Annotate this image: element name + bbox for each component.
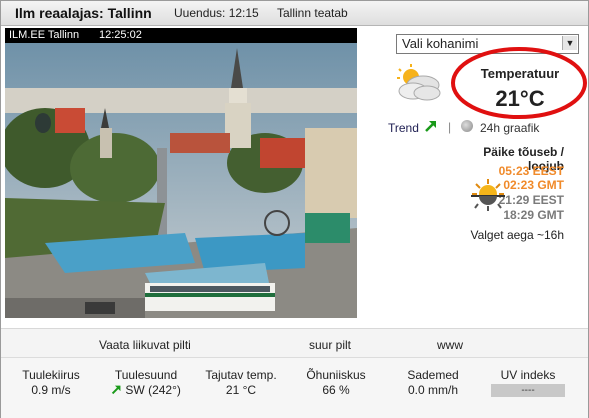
highlight-ellipse <box>451 47 587 119</box>
feels-like-temp: Tajutav temp. 21 °C <box>196 368 286 397</box>
www-link[interactable]: www <box>437 338 463 352</box>
weather-widget: Ilm reaalajas: Tallinn Uuendus: 12:15 Ta… <box>0 0 589 418</box>
trend-label: Trend <box>388 121 419 135</box>
stat-label: UV indeks <box>500 368 556 382</box>
webcam-time: 12:25:02 <box>99 29 142 41</box>
stat-label: Sademed <box>407 368 459 382</box>
wind-speed: Tuulekiirus 0.9 m/s <box>6 368 96 397</box>
stat-label: Tuulesuund <box>114 368 178 382</box>
big-image-link[interactable]: suur pilt <box>309 338 351 352</box>
precipitation: Sademed 0.0 mm/h <box>388 368 478 397</box>
stats-bar: Tuulekiirus 0.9 m/s Tuulesuund SW (242°)… <box>1 357 588 418</box>
stat-value: 0.0 mm/h <box>407 383 458 397</box>
sunset-gmt: 18:29 GMT <box>503 208 564 222</box>
stat-label: Tajutav temp. <box>205 368 277 382</box>
webcam-image[interactable]: ILM.EE Tallinn 12:25:02 <box>5 28 357 318</box>
uv-index-value: ---- <box>491 384 565 397</box>
wind-direction-row: SW (242°) <box>101 383 191 397</box>
wind-direction: Tuulesuund SW (242°) <box>101 368 191 397</box>
stat-value: 66 % <box>322 383 350 397</box>
sunrise-gmt: 02:23 GMT <box>503 178 564 192</box>
webcam-scene <box>5 28 357 318</box>
arrow-up-right-icon <box>111 385 121 395</box>
stat-label: Õhuniiskus <box>306 368 366 382</box>
graph-24h-link[interactable]: 24h graafik <box>480 121 539 135</box>
daylight-duration: Valget aega ~16h <box>470 228 564 242</box>
sunrise-sunset-icon <box>471 179 505 211</box>
sunrise-local: 05:23 EEST <box>498 164 564 178</box>
header-bar: Ilm reaalajas: Tallinn Uuendus: 12:15 Ta… <box>1 1 588 26</box>
page-title: Ilm reaalajas: Tallinn <box>15 5 152 21</box>
stat-label: Tuulekiirus <box>22 368 80 382</box>
separator: | <box>448 120 452 134</box>
uv-index: UV indeks ---- <box>483 368 573 397</box>
webcam-label: ILM.EE Tallinn <box>9 29 80 41</box>
stat-value: SW (242°) <box>125 383 181 397</box>
stat-value: 21 °C <box>225 383 257 397</box>
graph-icon[interactable] <box>461 120 473 132</box>
weather-panel: Vali kohanimi ▼ Temperatuur 21°C Trend |… <box>361 28 588 318</box>
tallinn-report-link[interactable]: Tallinn teatab <box>277 6 348 20</box>
updated-time: Uuendus: 12:15 <box>174 6 259 20</box>
partly-cloudy-icon <box>397 64 441 101</box>
arrow-up-right-icon <box>425 121 436 132</box>
sunset-local: 21:29 EEST <box>498 193 564 207</box>
webcam-caption: ILM.EE Tallinn 12:25:02 <box>5 28 357 43</box>
stat-value: 0.9 m/s <box>31 383 71 397</box>
humidity: Õhuniiskus 66 % <box>291 368 381 397</box>
image-links-bar: Vaata liikuvat pilti suur pilt www <box>1 328 588 357</box>
moving-image-link[interactable]: Vaata liikuvat pilti <box>99 338 191 352</box>
